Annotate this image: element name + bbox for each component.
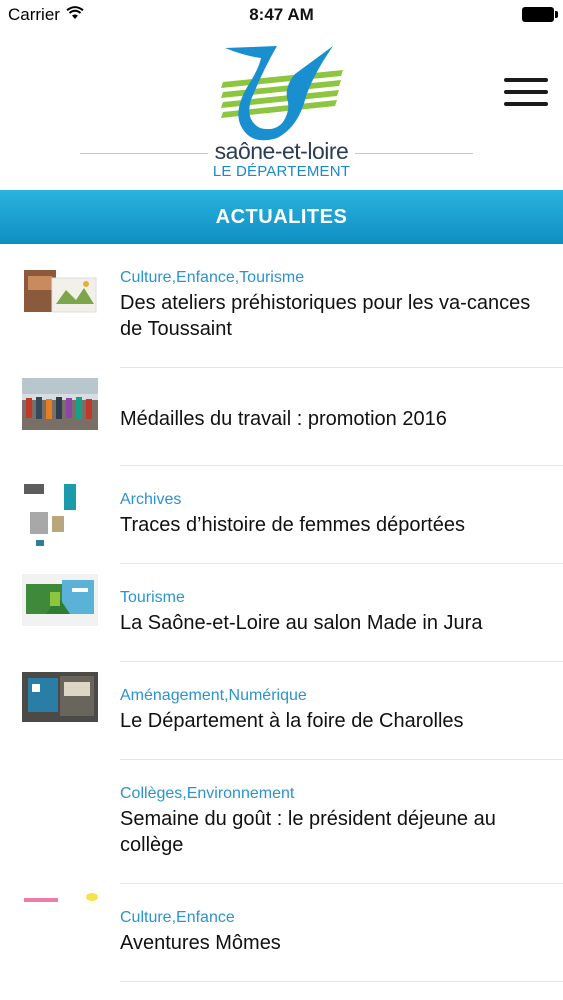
news-list: Culture,Enfance,Tourisme Des ateliers pr… [0, 244, 563, 982]
status-time: 8:47 AM [249, 5, 314, 24]
app-header: saône-et-loire LE DÉPARTEMENT [0, 30, 563, 190]
news-item[interactable]: Médailles du travail : promotion 2016 [22, 368, 563, 466]
news-thumbnail [22, 268, 98, 316]
department-logo[interactable] [215, 40, 350, 145]
logo-subtitle: LE DÉPARTEMENT [212, 163, 351, 180]
news-category: Culture,Enfance [120, 909, 235, 926]
status-bar: Carrier 8:47 AM [0, 0, 563, 30]
news-item[interactable]: Culture,Enfance Aventures Mômes [24, 884, 563, 982]
news-title: Traces d’histoire de femmes déportées [120, 514, 465, 536]
section-title: ACTUALITES [0, 190, 563, 244]
news-category: Culture,Enfance,Tourisme [120, 269, 305, 286]
logo-name: saône-et-loire [214, 138, 349, 164]
news-title: Semaine du goût : le président déjeune a… [120, 808, 496, 856]
news-thumbnail [22, 892, 98, 908]
news-item[interactable]: Aménagement,Numérique Le Département à l… [22, 662, 563, 760]
news-title: Aventures Mômes [120, 932, 281, 954]
news-title: Médailles du travail : promotion 2016 [120, 408, 447, 430]
news-item[interactable]: Archives Traces d’histoire de femmes dép… [22, 466, 563, 564]
news-category: Collèges,Environnement [120, 785, 295, 802]
hamburger-menu-icon[interactable] [504, 78, 548, 112]
news-item[interactable]: Culture,Enfance,Tourisme Des ateliers pr… [24, 244, 563, 368]
news-thumbnail [22, 378, 98, 430]
news-title: Des ateliers préhistoriques pour les va-… [120, 292, 531, 340]
news-thumbnail [22, 672, 98, 722]
news-thumbnail [22, 574, 98, 626]
news-title: Le Département à la foire de Charolles [120, 710, 464, 732]
news-thumbnail [22, 482, 98, 556]
battery-icon [522, 7, 558, 22]
news-category: Archives [120, 491, 182, 508]
news-title: La Saône-et-Loire au salon Made in Jura [120, 612, 483, 634]
news-item[interactable]: Tourisme La Saône-et-Loire au salon Made… [22, 564, 563, 662]
news-category: Aménagement,Numérique [120, 687, 307, 704]
news-category: Tourisme [120, 589, 185, 606]
news-item[interactable]: Collèges,Environnement Semaine du goût :… [120, 760, 563, 884]
